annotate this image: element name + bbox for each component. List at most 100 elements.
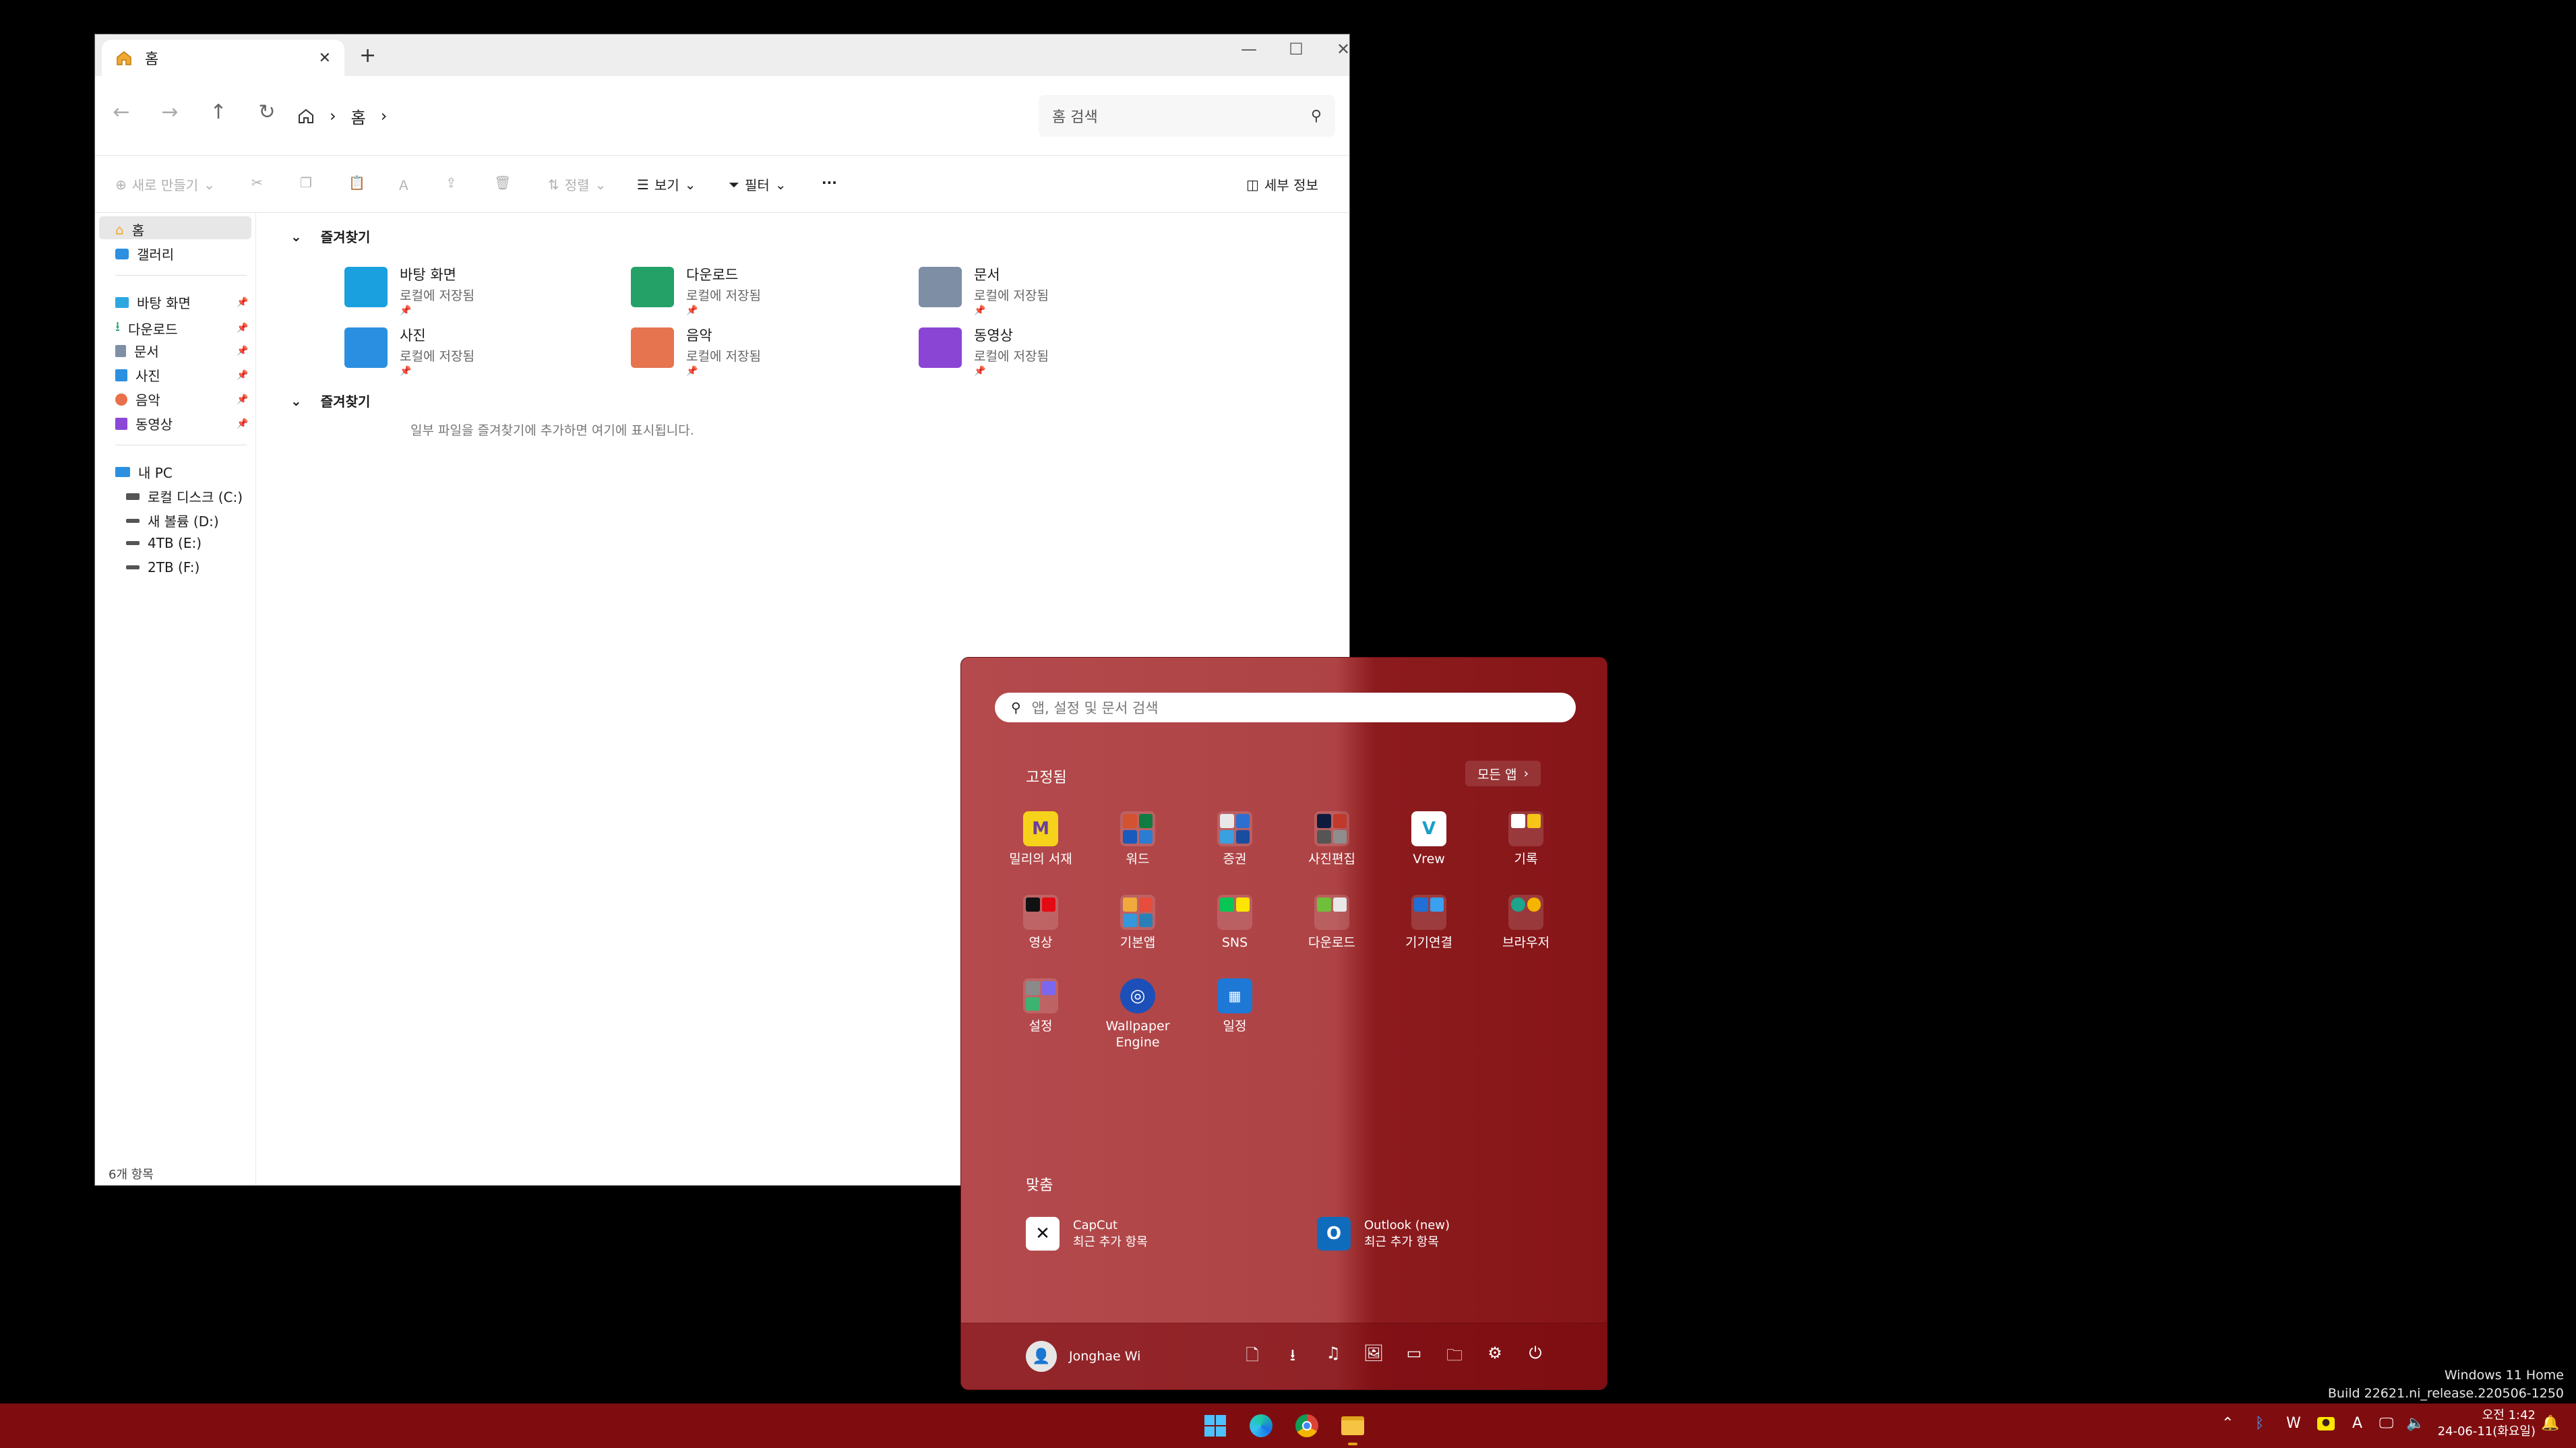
kakaotalk-icon[interactable]: ● [2317,1417,2335,1430]
pinned-app-vrew[interactable]: V Vrew [1385,811,1473,868]
power-icon[interactable]: ⏻ [1522,1344,1549,1362]
tab-home[interactable]: 홈 ✕ [102,40,344,76]
share-icon[interactable]: ⇪ [446,175,457,191]
pinned-app-basic-apps-folder[interactable]: 기본앱 [1094,895,1182,951]
document-icon[interactable]: 🗋 [1239,1344,1266,1371]
details-button[interactable]: ◫ 세부 정보 [1246,175,1318,194]
recommended-item-name: Outlook (new) [1364,1218,1450,1232]
app-tray-icon[interactable]: W [2286,1415,2301,1432]
sidebar-item-drive-c[interactable]: 로컬 디스크 (C:) [126,486,243,506]
ime-icon[interactable]: A [2352,1415,2362,1432]
volume-icon[interactable]: 🔈 [2406,1415,2424,1432]
user-account-button[interactable]: 👤 Jonghae Wi [1026,1341,1140,1372]
sidebar-item-pictures[interactable]: 사진 📌 [115,365,248,385]
edge-button[interactable] [1246,1410,1277,1441]
chevron-down-icon: ⌄ [204,176,215,193]
network-icon[interactable]: 🖵 [2379,1415,2393,1432]
delete-icon[interactable]: 🗑 [494,175,511,191]
folder-icon[interactable]: 🗀 [1441,1344,1468,1371]
refresh-button[interactable]: ↻ [250,100,284,124]
close-tab-icon[interactable]: ✕ [319,50,331,67]
pinned-app-wallpaper-engine[interactable]: ◎ Wallpaper Engine [1094,978,1182,1051]
pinned-app-word-folder[interactable]: 워드 [1094,811,1182,868]
pinned-app-download-apps-folder[interactable]: 다운로드 [1288,895,1376,951]
sidebar-item-home[interactable]: ⌂ 홈 [115,220,144,239]
music-icon[interactable]: ♫ [1320,1344,1347,1362]
folder-desktop[interactable]: 바탕 화면 로컬에 저장됨 📌 [344,264,474,316]
sort-button[interactable]: ⇅ 정렬 ⌄ [548,175,606,194]
start-button[interactable] [1200,1410,1231,1441]
sidebar-item-label: 문서 [134,344,159,360]
rename-icon[interactable]: Ａ [397,175,410,194]
quick-access-header[interactable]: ⌄ 즐겨찾기 [290,226,370,246]
sns-folder-icon [1217,895,1252,930]
sidebar-item-gallery[interactable]: 갤러리 [115,244,174,263]
app-label: 설정 [1029,1019,1053,1034]
cut-icon[interactable]: ✂ [251,175,263,191]
new-button[interactable]: ⊕ 새로 만들기 ⌄ [115,175,215,194]
forward-button[interactable]: → [153,100,187,124]
pinned-app-photo-edit-folder[interactable]: 사진편집 [1288,811,1376,868]
sidebar-item-music[interactable]: 음악 📌 [115,389,248,409]
video-icon[interactable]: ▭ [1401,1344,1428,1362]
search-input[interactable]: 홈 검색 ⚲ [1039,95,1335,137]
chrome-button[interactable] [1291,1410,1322,1441]
address-bar[interactable]: › 홈 › [297,95,1126,137]
pictures-folder-icon [344,327,388,368]
clock[interactable]: 오전 1:42 24-06-11(화요일) [2438,1408,2536,1441]
sidebar-item-documents[interactable]: 문서 📌 [115,341,248,360]
pinned-app-settings-folder[interactable]: 설정 [997,978,1084,1035]
pinned-app-sns-folder[interactable]: SNS [1191,895,1279,951]
sidebar-item-drive-e[interactable]: 4TB (E:) [126,535,202,551]
new-tab-button[interactable]: + [359,44,376,67]
sidebar-item-videos[interactable]: 동영상 📌 [115,414,248,433]
minimize-button[interactable]: — [1233,40,1265,59]
view-button[interactable]: ☰ 보기 ⌄ [637,175,696,194]
close-button[interactable]: ✕ [1327,40,1349,59]
breadcrumb-home[interactable]: 홈 [351,104,366,128]
notification-bell-icon[interactable]: 🔔 [2541,1415,2559,1432]
pinned-app-video-folder[interactable]: 영상 [997,895,1084,951]
sidebar-item-desktop[interactable]: 바탕 화면 📌 [115,292,248,312]
app-label: 기본앱 [1120,935,1156,950]
pc-icon [115,467,130,477]
sidebar-item-drive-d[interactable]: 새 볼륨 (D:) [126,511,219,530]
up-button[interactable]: ↑ [202,100,235,124]
sidebar-item-downloads[interactable]: ⭳ 다운로드 📌 [115,317,248,340]
back-button[interactable]: ← [104,100,138,124]
recommended-item-outlook[interactable]: O Outlook (new) 최근 추가 항목 [1317,1217,1450,1251]
copy-icon[interactable]: ❐ [300,175,312,191]
download-icon[interactable]: ⭳ [1279,1344,1306,1371]
recommended-item-capcut[interactable]: ✕ CapCut 최근 추가 항목 [1026,1217,1148,1251]
home-icon: ⌂ [115,221,124,238]
maximize-button[interactable]: ☐ [1280,40,1312,59]
folder-videos[interactable]: 동영상 로컬에 저장됨 📌 [919,325,1049,377]
paste-icon[interactable]: 📋 [348,175,365,191]
pinned-app-stocks-folder[interactable]: 증권 [1191,811,1279,868]
chevron-down-icon: ⌄ [290,228,302,245]
chevron-up-icon[interactable]: ⌃ [2221,1415,2234,1432]
folder-documents[interactable]: 문서 로컬에 저장됨 📌 [919,264,1049,316]
all-apps-button[interactable]: 모든 앱 › [1465,761,1541,786]
pinned-app-device-link-folder[interactable]: 기기연결 [1385,895,1473,951]
folder-downloads[interactable]: 다운로드 로컬에 저장됨 📌 [631,264,761,316]
file-explorer-button[interactable] [1337,1410,1368,1445]
start-search-input[interactable]: ⚲ 앱, 설정 및 문서 검색 [995,693,1576,722]
breadcrumb-separator[interactable]: › [381,106,388,125]
pinned-app-notes-folder[interactable]: 기록 [1482,811,1570,868]
picture-icon[interactable]: 🖼 [1360,1344,1387,1362]
settings-icon[interactable]: ⚙ [1481,1344,1508,1362]
sidebar-item-drive-f[interactable]: 2TB (F:) [126,559,200,575]
pinned-app-browser-folder[interactable]: 브라우저 [1482,895,1570,951]
pinned-app-calendar[interactable]: ▦ 일정 [1191,978,1279,1035]
more-options-button[interactable]: ··· [822,175,837,191]
favorites-header[interactable]: ⌄ 즐겨찾기 [290,391,370,410]
pinned-app-millie[interactable]: M 밀리의 서재 [997,811,1084,868]
bluetooth-icon[interactable]: ᛒ [2255,1415,2264,1432]
home-icon [117,51,131,65]
filter-button[interactable]: ⏷ 필터 ⌄ [729,175,787,194]
folder-music[interactable]: 음악 로컬에 저장됨 📌 [631,325,761,377]
app-label: 기기연결 [1405,935,1452,950]
sidebar-item-this-pc[interactable]: 내 PC [115,462,173,482]
folder-pictures[interactable]: 사진 로컬에 저장됨 📌 [344,325,474,377]
